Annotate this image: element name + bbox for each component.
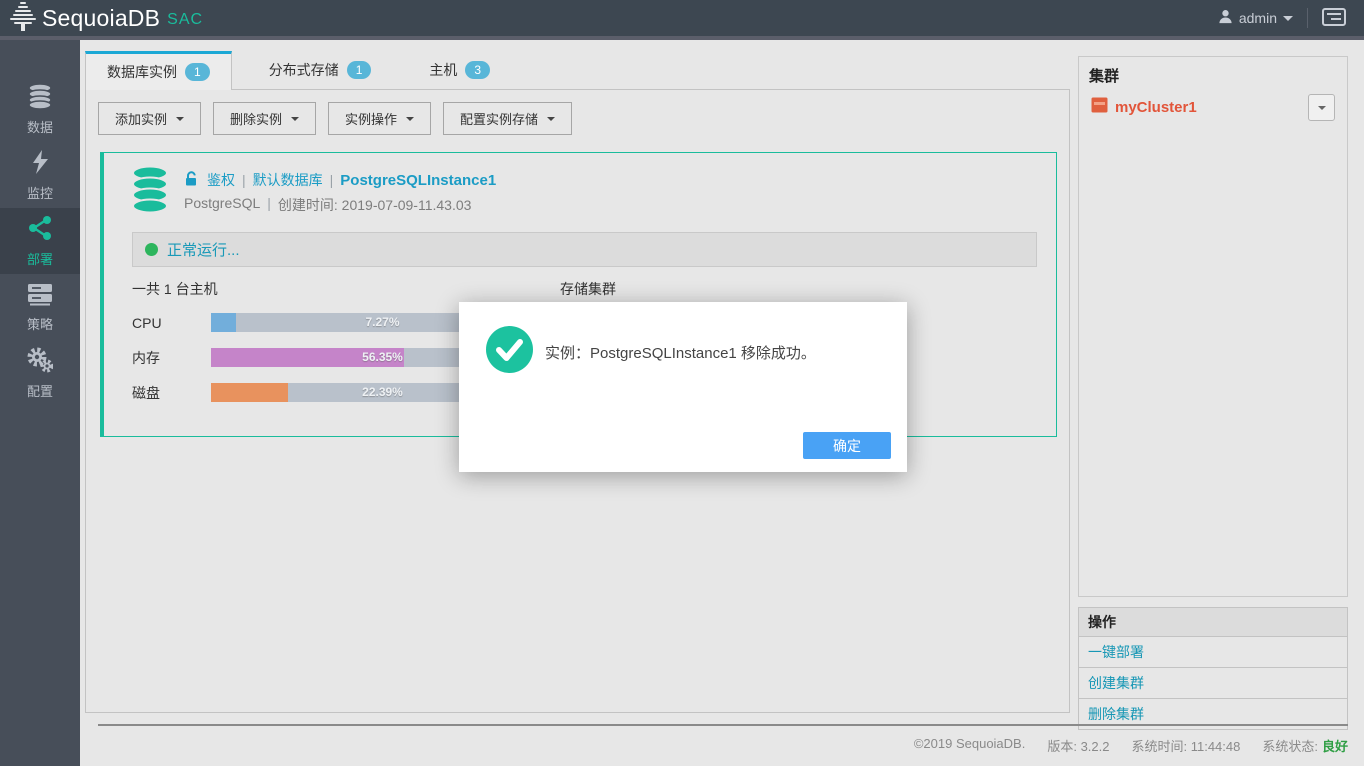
tab-strip: 数据库实例 1 分布式存储 1 主机 3 xyxy=(85,52,1070,90)
metric-label: CPU xyxy=(132,315,211,331)
brand-suffix: SAC xyxy=(167,11,203,29)
cluster-name: myCluster1 xyxy=(1115,99,1197,116)
sidebar-item-strategy[interactable]: 策略 xyxy=(0,274,80,340)
status-text: 正常运行... xyxy=(167,239,240,260)
separator: | xyxy=(330,172,334,188)
cluster-panel-title: 集群 xyxy=(1089,65,1119,86)
ok-button[interactable]: 确定 xyxy=(803,432,891,459)
sidebar-item-label: 配置 xyxy=(27,381,53,400)
tab-database-instances[interactable]: 数据库实例 1 xyxy=(85,51,232,90)
system-status-label: 系统状态: xyxy=(1262,736,1318,755)
database-icon xyxy=(27,83,53,112)
sequoiadb-sac-app: SequoiaDB SAC admin xyxy=(0,0,1364,766)
configure-instance-storage-button[interactable]: 配置实例存储 xyxy=(443,102,572,135)
system-time-text: 系统时间: 11:44:48 xyxy=(1131,736,1240,755)
sidebar-item-config[interactable]: 配置 xyxy=(0,340,80,406)
separator: | xyxy=(242,172,246,188)
chevron-down-icon xyxy=(1283,16,1293,21)
sidebar-item-deploy[interactable]: 部署 xyxy=(0,208,80,274)
storage-cluster-header: 存储集群 xyxy=(560,279,616,299)
operations-title: 操作 xyxy=(1079,608,1347,637)
tab-label: 主机 xyxy=(429,60,457,80)
button-label: 配置实例存储 xyxy=(460,109,538,128)
instance-type: PostgreSQL xyxy=(184,195,260,215)
instance-links: 鉴权 | 默认数据库 | PostgreSQLInstance1 xyxy=(184,170,496,190)
sidebar-item-monitor[interactable]: 监控 xyxy=(0,142,80,208)
postgresql-database-icon xyxy=(130,165,170,220)
user-menu[interactable]: admin xyxy=(1218,9,1293,27)
top-bar: SequoiaDB SAC admin xyxy=(0,0,1364,36)
server-list-icon[interactable] xyxy=(1322,8,1346,29)
cluster-dropdown-button[interactable] xyxy=(1308,94,1335,121)
delete-instance-button[interactable]: 删除实例 xyxy=(213,102,316,135)
operations-panel: 操作 一键部署 创建集群 删除集群 xyxy=(1078,607,1348,730)
system-status-value: 良好 xyxy=(1322,736,1348,755)
strategy-servers-icon xyxy=(27,282,53,309)
user-icon xyxy=(1218,9,1233,27)
config-gears-icon xyxy=(27,347,53,376)
count-badge: 3 xyxy=(465,61,490,79)
cluster-item[interactable]: myCluster1 xyxy=(1091,97,1197,118)
cluster-box-icon xyxy=(1091,97,1108,118)
dialog-message: 实例：PostgreSQLInstance1 移除成功。 xyxy=(545,342,816,363)
instance-operation-button[interactable]: 实例操作 xyxy=(328,102,431,135)
tab-distributed-storage[interactable]: 分布式存储 1 xyxy=(248,51,393,89)
chevron-down-icon xyxy=(406,117,414,121)
tab-hosts[interactable]: 主机 3 xyxy=(408,51,511,89)
default-database-link[interactable]: 默认数据库 xyxy=(253,170,323,190)
divider xyxy=(1307,8,1308,28)
instance-name-link[interactable]: PostgreSQLInstance1 xyxy=(340,172,496,189)
one-click-deploy-link[interactable]: 一键部署 xyxy=(1079,637,1347,668)
footer-divider xyxy=(98,724,1348,726)
sequoia-tree-logo-icon xyxy=(8,0,38,37)
hosts-summary: 一共 1 台主机 xyxy=(132,279,218,299)
separator: | xyxy=(267,195,271,215)
button-label: 添加实例 xyxy=(115,109,167,128)
sidebar-item-label: 监控 xyxy=(27,183,53,202)
toolbar: 添加实例 删除实例 实例操作 配置实例存储 xyxy=(98,102,572,135)
chevron-down-icon xyxy=(176,117,184,121)
cluster-panel: 集群 myCluster1 xyxy=(1078,56,1348,597)
sidebar-item-label: 部署 xyxy=(27,249,53,268)
version-text: 版本: 3.2.2 xyxy=(1047,736,1109,755)
status-dot-icon xyxy=(145,243,158,256)
instance-created-time: 创建时间: 2019-07-09-11.43.03 xyxy=(278,195,472,215)
chevron-down-icon xyxy=(291,117,299,121)
metric-label: 内存 xyxy=(132,348,211,368)
add-instance-button[interactable]: 添加实例 xyxy=(98,102,201,135)
tab-label: 数据库实例 xyxy=(107,62,177,82)
instance-status-bar: 正常运行... xyxy=(132,232,1037,267)
header-divider-strip xyxy=(0,36,1364,40)
count-badge: 1 xyxy=(347,61,372,79)
chevron-down-icon xyxy=(1318,106,1326,110)
instance-meta: PostgreSQL | 创建时间: 2019-07-09-11.43.03 xyxy=(184,195,471,215)
copyright-text: ©2019 SequoiaDB. xyxy=(914,736,1026,755)
create-cluster-link[interactable]: 创建集群 xyxy=(1079,668,1347,699)
sidebar-item-data[interactable]: 数据 xyxy=(0,76,80,142)
footer: ©2019 SequoiaDB. 版本: 3.2.2 系统时间: 11:44:4… xyxy=(914,736,1348,755)
sidebar-nav: 数据 监控 xyxy=(0,40,80,766)
tab-label: 分布式存储 xyxy=(269,60,339,80)
auth-link[interactable]: 鉴权 xyxy=(207,170,235,190)
monitor-bolt-icon xyxy=(29,149,51,178)
deploy-share-icon xyxy=(27,215,53,244)
count-badge: 1 xyxy=(185,63,210,81)
unlock-icon xyxy=(184,171,200,189)
brand-name: SequoiaDB xyxy=(42,5,160,32)
button-label: 实例操作 xyxy=(345,109,397,128)
brand: SequoiaDB SAC xyxy=(8,0,203,37)
metric-label: 磁盘 xyxy=(132,383,211,403)
sidebar-item-label: 策略 xyxy=(27,314,53,333)
success-check-icon xyxy=(486,326,533,378)
sidebar-item-label: 数据 xyxy=(27,117,53,136)
user-name: admin xyxy=(1239,10,1277,26)
success-dialog: 实例：PostgreSQLInstance1 移除成功。 确定 xyxy=(459,302,907,472)
button-label: 删除实例 xyxy=(230,109,282,128)
chevron-down-icon xyxy=(547,117,555,121)
